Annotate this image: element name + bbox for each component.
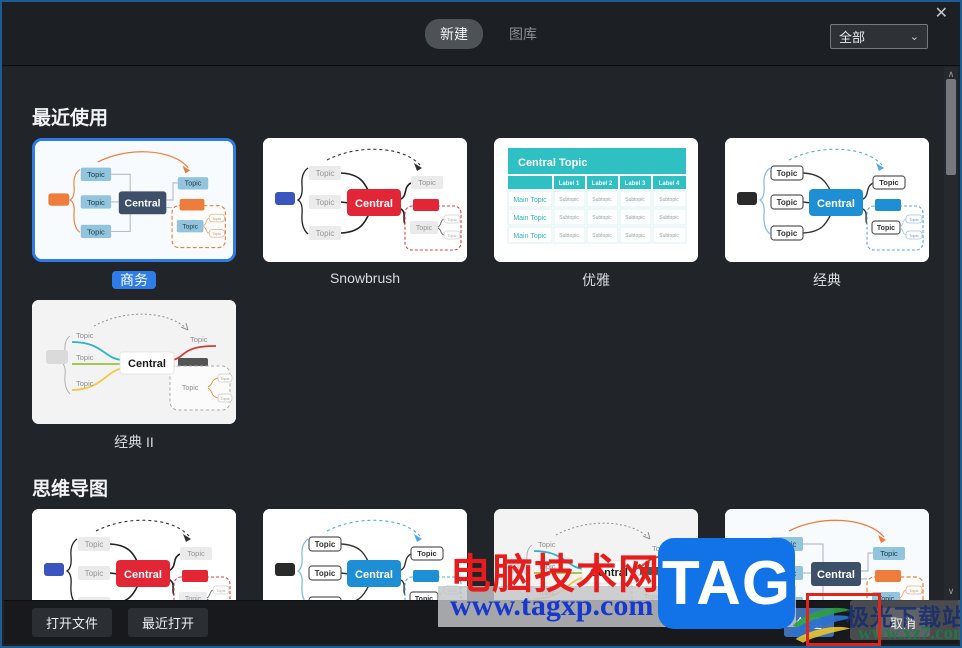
template-thumbnail — [263, 509, 467, 600]
chevron-down-icon: ⌄ — [909, 31, 919, 43]
recent-open-button[interactable]: 最近打开 — [128, 608, 209, 637]
filter-dropdown[interactable]: 全部 ⌄ — [830, 24, 928, 49]
tab-new[interactable]: 新建 — [425, 18, 483, 49]
template-thumbnail — [725, 138, 929, 262]
cards-row — [32, 509, 958, 600]
scrollbar-thumb[interactable] — [946, 79, 956, 175]
template-card-snowbrush[interactable]: Snowbrush — [263, 138, 467, 290]
cards-row: 经典 II — [32, 300, 958, 452]
section-title-recent: 最近使用 — [32, 108, 109, 129]
tab-gallery[interactable]: 图库 — [509, 24, 537, 44]
filter-value: 全部 — [839, 30, 866, 45]
dialog-header: 新建 图库 全部 ⌄ ✕ — [2, 2, 960, 66]
template-thumbnail — [263, 138, 467, 262]
template-label: 经典 II — [114, 434, 154, 450]
section-title-mindmap: 思维导图 — [32, 479, 109, 500]
template-card-mindmap-2[interactable] — [263, 509, 467, 600]
template-list: 最近使用 商务 Snowbrush 优雅 经典 经典 II 思维导图 — [4, 67, 958, 600]
footer-actions: 创建 取消 — [783, 608, 930, 637]
template-card-mindmap-4[interactable] — [725, 509, 929, 600]
tab-bar: 新建 图库 — [425, 18, 537, 49]
template-label: 商务 — [32, 270, 236, 290]
cards-row: 商务 Snowbrush 优雅 经典 — [32, 138, 958, 290]
scroll-down-icon[interactable]: ∨ — [944, 584, 958, 598]
scrollbar[interactable]: ∧ ∨ — [944, 67, 958, 600]
template-thumbnail — [32, 138, 236, 262]
template-thumbnail — [725, 509, 929, 600]
close-icon[interactable]: ✕ — [935, 6, 948, 22]
template-label: 经典 — [813, 272, 841, 288]
create-button[interactable]: 创建 — [783, 608, 834, 637]
template-thumbnail — [494, 138, 698, 262]
template-thumbnail — [32, 300, 236, 424]
template-card-mindmap-3[interactable] — [494, 509, 698, 600]
template-card-elegant[interactable]: 优雅 — [494, 138, 698, 290]
template-card-classic[interactable]: 经典 — [725, 138, 929, 290]
template-label: 优雅 — [582, 272, 610, 288]
dialog-footer: 打开文件 最近打开 创建 取消 — [4, 600, 958, 644]
open-file-button[interactable]: 打开文件 — [32, 608, 113, 637]
template-card-business[interactable]: 商务 — [32, 138, 236, 290]
cancel-button[interactable]: 取消 — [875, 608, 930, 637]
template-thumbnail — [32, 509, 236, 600]
template-label: Snowbrush — [329, 270, 401, 286]
new-file-dialog: 新建 图库 全部 ⌄ ✕ 最近使用 商务 Snowbrush 优雅 经典 经典 … — [0, 0, 962, 648]
template-card-mindmap-1[interactable] — [32, 509, 236, 600]
template-thumbnail — [494, 509, 698, 600]
template-card-classic2[interactable]: 经典 II — [32, 300, 236, 452]
